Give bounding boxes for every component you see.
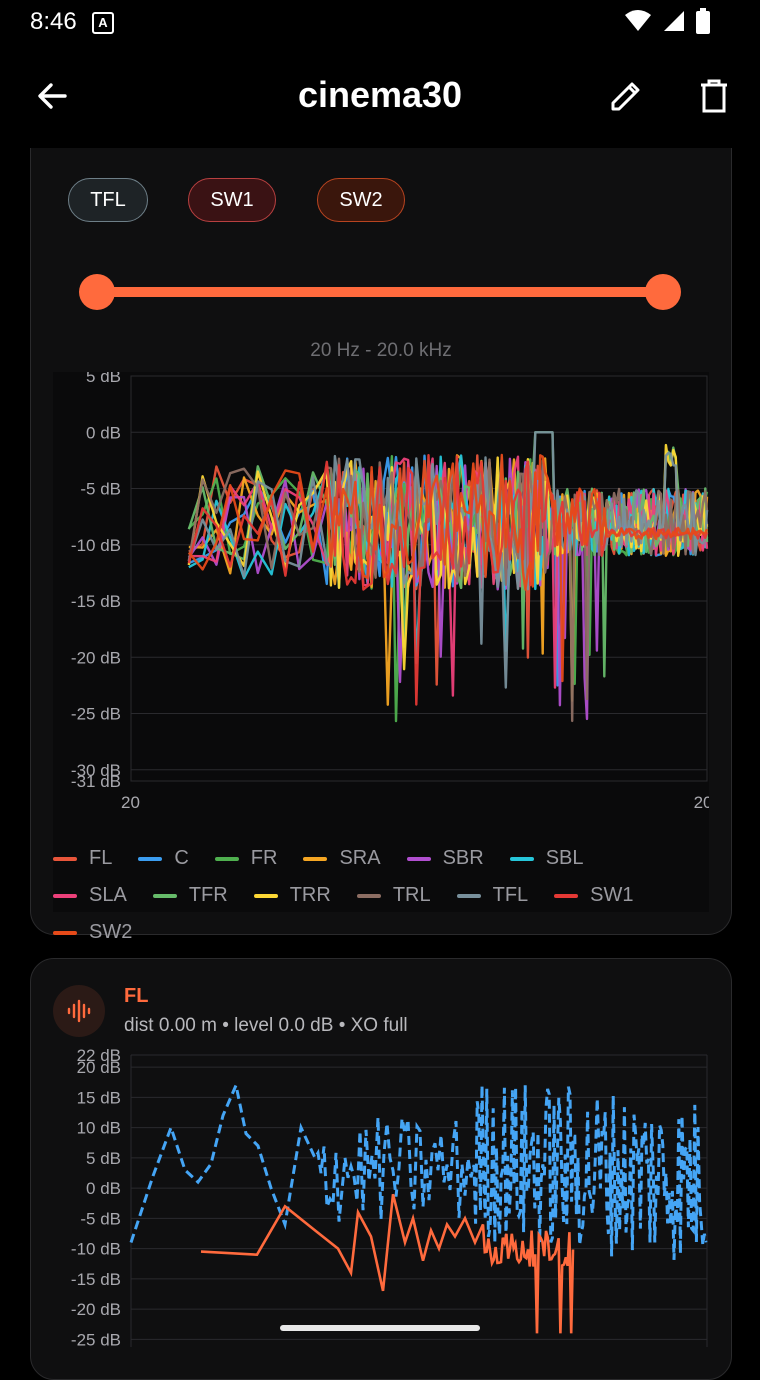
- y-tick-label: -10 dB: [71, 1240, 121, 1259]
- channel-chip-tfl[interactable]: TFL: [68, 178, 148, 222]
- trash-icon: [701, 79, 727, 113]
- legend-label: TRL: [392, 884, 431, 906]
- range-label: 20 Hz - 20.0 kHz: [310, 340, 452, 361]
- y-tick-label: -25 dB: [71, 1330, 121, 1347]
- channel-card-fl[interactable]: FL dist 0.00 m • level 0.0 dB • XO full …: [30, 958, 732, 1380]
- overview-chart-svg: 5 dB0 dB-5 dB-10 dB-15 dB-20 dB-25 dB-30…: [71, 367, 722, 812]
- legend-item: TFL: [456, 877, 529, 914]
- status-bar: 8:46 A: [0, 0, 760, 44]
- legend-label: FR: [250, 847, 278, 869]
- chart-legend: FL C FR SRA SBR SBL SLA TFR TRR TRL TFL SW1 SW2: [53, 840, 693, 951]
- legend-swatch: [214, 856, 239, 861]
- legend-item: SW1: [554, 877, 634, 914]
- legend-swatch: [303, 856, 328, 861]
- y-tick-label: 15 dB: [77, 1088, 121, 1107]
- legend-item: SLA: [53, 877, 127, 914]
- y-tick-label: 5 dB: [86, 1149, 121, 1168]
- notification-badge-icon: A: [92, 12, 114, 34]
- legend-swatch: [554, 893, 579, 898]
- gesture-home-bar[interactable]: [280, 1325, 480, 1331]
- legend-label: SW1: [590, 884, 634, 906]
- y-tick-label: 0 dB: [86, 423, 121, 442]
- series-line-measured: [200, 1193, 575, 1334]
- status-icons: [624, 8, 710, 34]
- x-tick-label: 20k: [694, 793, 709, 812]
- x-tick-label: 20: [121, 793, 140, 812]
- chip-label: TFL: [90, 188, 126, 211]
- legend-label: TRR: [289, 884, 331, 906]
- legend-swatch: [152, 893, 177, 898]
- channel-avatar: [53, 985, 105, 1037]
- legend-label: C: [174, 847, 189, 869]
- frequency-range-slider[interactable]: [71, 268, 691, 316]
- legend-swatch: [456, 893, 481, 898]
- channel-chip-sw2[interactable]: SW2: [317, 178, 405, 222]
- y-tick-label: -15 dB: [71, 592, 121, 611]
- signal-icon: [664, 11, 684, 31]
- legend-swatch: [53, 856, 77, 861]
- legend-label: SW2: [89, 921, 133, 943]
- edit-button[interactable]: [606, 76, 646, 116]
- y-tick-label: 5 dB: [86, 372, 121, 386]
- wifi-icon: [625, 10, 651, 31]
- y-tick-label: -5 dB: [80, 1209, 121, 1228]
- y-tick-label: -15 dB: [71, 1270, 121, 1289]
- legend-swatch: [356, 893, 381, 898]
- y-tick-label: -31 dB: [71, 772, 121, 791]
- slider-thumb-min[interactable]: [79, 274, 115, 310]
- chip-label: SW2: [339, 188, 383, 211]
- app-bar: cinema30: [0, 44, 760, 148]
- page-title: cinema30: [297, 74, 463, 115]
- battery-icon: [696, 8, 710, 34]
- series-line-target: [129, 1080, 708, 1260]
- legend-item: SBR: [406, 840, 484, 877]
- overview-card: TFL SW1 SW2 20 Hz - 20.0 kHz 5 dB 0 dB -5 …: [30, 114, 732, 943]
- legend-swatch: [53, 893, 77, 898]
- legend-label: TFL: [492, 884, 529, 906]
- y-tick-label: -10 dB: [71, 536, 121, 555]
- y-tick-label: -25 dB: [71, 705, 121, 724]
- y-tick-label: -20 dB: [71, 1300, 121, 1319]
- legend-item: SRA: [303, 840, 381, 877]
- legend-label: SBL: [545, 847, 584, 869]
- channel-title: FL: [124, 985, 149, 1007]
- channel-chart: 22 dB20 dB15 dB10 dB5 dB0 dB-5 dB-10 dB-…: [71, 1047, 708, 1347]
- legend-swatch: [406, 856, 431, 861]
- y-tick-label: -5 dB: [80, 480, 121, 499]
- legend-swatch: [138, 856, 163, 861]
- legend-label: FL: [89, 847, 113, 869]
- legend-item: FR: [214, 840, 278, 877]
- legend-swatch: [253, 893, 278, 898]
- legend-label: SBR: [442, 847, 484, 869]
- waveform-icon: [67, 999, 91, 1023]
- legend-item: C: [138, 840, 189, 877]
- channel-subtitle: dist 0.00 m • level 0.0 dB • XO full: [124, 1015, 408, 1036]
- y-tick-label: 0 dB: [86, 1179, 121, 1198]
- legend-item: SBL: [509, 840, 584, 877]
- legend-item: TFR: [152, 877, 228, 914]
- chip-label: SW1: [210, 188, 254, 211]
- legend-item: TRL: [356, 877, 431, 914]
- pencil-icon: [611, 82, 640, 111]
- legend-item: SW2: [53, 914, 132, 951]
- delete-button[interactable]: [694, 76, 734, 116]
- slider-track: [97, 287, 663, 297]
- slider-thumb-max[interactable]: [645, 274, 681, 310]
- legend-swatch: [509, 856, 534, 861]
- legend-label: SRA: [339, 847, 381, 869]
- y-tick-label: -20 dB: [71, 648, 121, 667]
- overview-chart: 5 dB 0 dB -5 dB -10 dB -15 dB -20 dB -25 dB -30…: [53, 367, 722, 912]
- status-time: 8:46: [30, 8, 77, 35]
- channel-chip-sw1[interactable]: SW1: [188, 178, 276, 222]
- legend-item: FL: [53, 840, 112, 877]
- y-tick-label: 20 dB: [77, 1058, 121, 1077]
- y-tick-label: 10 dB: [77, 1119, 121, 1138]
- legend-item: TRR: [253, 877, 331, 914]
- legend-label: TFR: [188, 884, 228, 906]
- legend-label: SLA: [89, 884, 127, 906]
- legend-swatch: [53, 930, 77, 935]
